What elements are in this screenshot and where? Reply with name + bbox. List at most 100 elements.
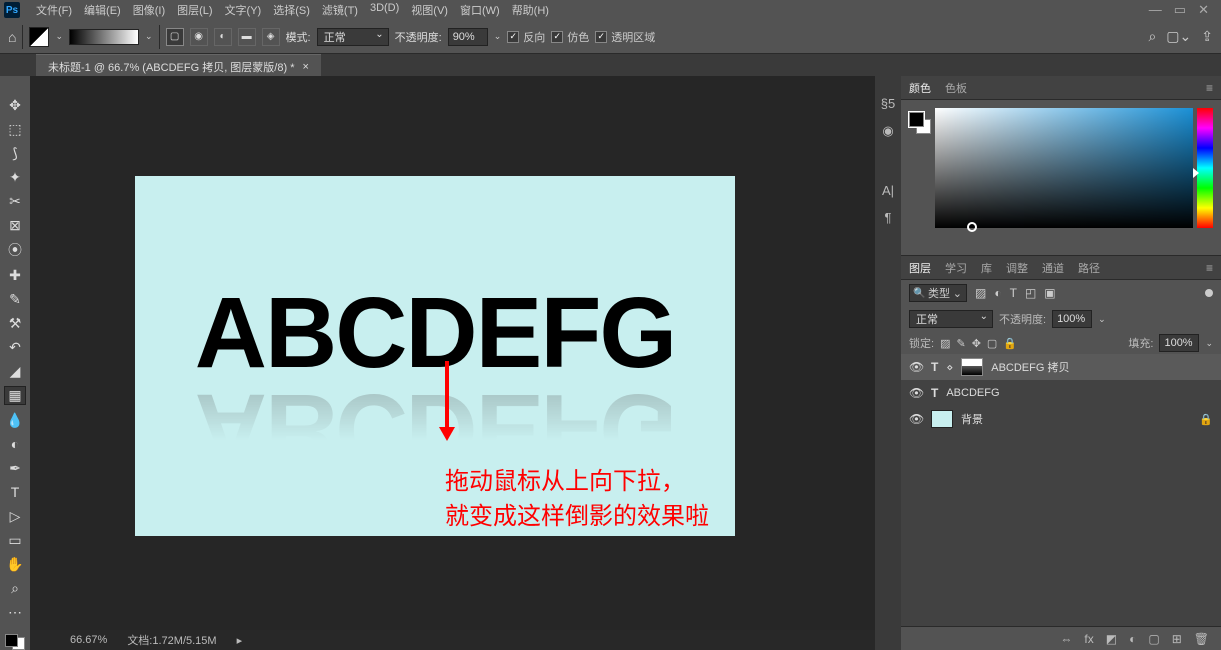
color-swatch[interactable]: [909, 112, 931, 134]
menu-item[interactable]: 文字(Y): [219, 2, 268, 18]
lock-icon[interactable]: 🔒: [1199, 413, 1213, 426]
close-tab-icon[interactable]: ×: [302, 61, 308, 73]
rectangle-tool[interactable]: ▭: [4, 532, 26, 550]
group-icon[interactable]: ▢: [1148, 632, 1159, 646]
hand-tool[interactable]: ✋: [4, 556, 26, 574]
move-tool[interactable]: ✥: [4, 96, 26, 114]
crop-tool[interactable]: ✂: [4, 192, 26, 210]
lock-image-icon[interactable]: ✎: [956, 337, 965, 350]
filter-adjust-icon[interactable]: ◐: [994, 286, 1001, 300]
menu-item[interactable]: 视图(V): [405, 2, 454, 18]
close-button[interactable]: ✕: [1198, 2, 1209, 18]
fill-input[interactable]: 100%: [1159, 334, 1199, 352]
chevron-down-icon[interactable]: ⌄: [1098, 314, 1106, 325]
layer-name[interactable]: ABCDEFG: [946, 387, 999, 399]
gradient-swatch[interactable]: [29, 27, 49, 47]
angle-gradient-button[interactable]: ◐: [214, 28, 232, 46]
magic-wand-tool[interactable]: ✦: [4, 168, 26, 186]
tab-paths[interactable]: 路径: [1078, 260, 1100, 276]
menu-item[interactable]: 图像(I): [127, 2, 171, 18]
foreground-background-swatch[interactable]: [5, 634, 25, 650]
filter-smart-icon[interactable]: ▣: [1044, 286, 1055, 300]
eyedropper-tool[interactable]: ⦿: [4, 240, 26, 260]
opacity-input[interactable]: 90%: [448, 28, 488, 46]
lock-transparent-icon[interactable]: ▨: [940, 337, 950, 350]
maximize-button[interactable]: ▭: [1174, 2, 1186, 18]
hue-slider[interactable]: [1197, 108, 1213, 228]
blur-tool[interactable]: 💧: [4, 411, 26, 429]
blend-mode-select[interactable]: 正常: [317, 28, 389, 46]
gradient-preview[interactable]: [69, 29, 139, 45]
tab-layers[interactable]: 图层: [909, 260, 931, 276]
lock-all-icon[interactable]: 🔒: [1003, 337, 1017, 350]
minimize-button[interactable]: —: [1149, 2, 1162, 18]
new-layer-icon[interactable]: ⊞: [1172, 632, 1182, 646]
history-icon[interactable]: §5: [881, 96, 895, 111]
color-field[interactable]: [935, 108, 1193, 228]
layer-fx-icon[interactable]: fx: [1084, 632, 1093, 646]
home-icon[interactable]: ⌂: [8, 29, 16, 45]
visibility-icon[interactable]: 👁: [909, 412, 923, 426]
layer-name[interactable]: 背景: [961, 411, 983, 427]
radial-gradient-button[interactable]: ◉: [190, 28, 208, 46]
menu-item[interactable]: 帮助(H): [506, 2, 555, 18]
filter-type-icon[interactable]: T: [1010, 286, 1017, 300]
visibility-icon[interactable]: 👁: [909, 386, 923, 400]
eraser-tool[interactable]: ◢: [4, 362, 26, 380]
tab-adjustments[interactable]: 调整: [1006, 260, 1028, 276]
zoom-tool[interactable]: ⌕: [4, 580, 26, 598]
history-brush-tool[interactable]: ↶: [4, 338, 26, 356]
zoom-value[interactable]: 66.67%: [70, 634, 107, 646]
panel-menu-icon[interactable]: ≡: [1206, 81, 1213, 95]
layer-row[interactable]: 👁T⋄ABCDEFG 拷贝: [901, 354, 1221, 380]
chevron-down-icon[interactable]: ⌄: [55, 31, 63, 42]
menu-item[interactable]: 窗口(W): [454, 2, 506, 18]
layer-name[interactable]: ABCDEFG 拷贝: [991, 359, 1069, 375]
delete-layer-icon[interactable]: 🗑: [1194, 632, 1209, 646]
dodge-tool[interactable]: ◐: [4, 435, 26, 453]
layer-mask-thumbnail[interactable]: [961, 358, 983, 376]
document-tab[interactable]: 未标题-1 @ 66.7% (ABCDEFG 拷贝, 图层蒙版/8) * ×: [36, 54, 321, 76]
filter-switch[interactable]: [1205, 289, 1213, 297]
reverse-checkbox[interactable]: ✓反向: [507, 29, 545, 45]
search-icon[interactable]: ⌕: [1148, 28, 1156, 45]
layer-blend-select[interactable]: 正常: [909, 310, 993, 328]
diamond-gradient-button[interactable]: ◈: [262, 28, 280, 46]
menu-item[interactable]: 文件(F): [30, 2, 78, 18]
type-tool[interactable]: T: [4, 483, 26, 501]
clone-stamp-tool[interactable]: ⚒: [4, 314, 26, 332]
path-selection-tool[interactable]: ▷: [4, 507, 26, 525]
lock-position-icon[interactable]: ✥: [972, 337, 981, 350]
menu-item[interactable]: 选择(S): [267, 2, 316, 18]
filter-shape-icon[interactable]: ◰: [1025, 286, 1036, 300]
properties-icon[interactable]: ◉: [882, 123, 893, 139]
dither-checkbox[interactable]: ✓仿色: [551, 29, 589, 45]
link-layers-icon[interactable]: ⇔: [1060, 632, 1072, 646]
canvas[interactable]: ABCDEFG ABCDEFG 拖动鼠标从上向下拉， 就变成这样倒影的效果啦: [135, 176, 735, 536]
filter-image-icon[interactable]: ▨: [975, 286, 986, 300]
doc-info[interactable]: 文档:1.72M/5.15M: [127, 632, 216, 648]
brush-tool[interactable]: ✎: [4, 290, 26, 308]
menu-item[interactable]: 滤镜(T): [316, 2, 364, 18]
menu-item[interactable]: 3D(D): [364, 2, 405, 18]
reflected-gradient-button[interactable]: ▬: [238, 28, 256, 46]
transparency-checkbox[interactable]: ✓透明区域: [595, 29, 655, 45]
mask-link-icon[interactable]: ⋄: [946, 361, 953, 374]
pen-tool[interactable]: ✒: [4, 459, 26, 477]
menu-item[interactable]: 图层(L): [171, 2, 218, 18]
chevron-down-icon[interactable]: ⌄: [494, 31, 502, 42]
lasso-tool[interactable]: ⟆: [4, 144, 26, 162]
tab-learn[interactable]: 学习: [945, 260, 967, 276]
layer-opacity-input[interactable]: 100%: [1052, 310, 1092, 328]
edit-toolbar[interactable]: ⋯: [4, 604, 26, 622]
frame-tool[interactable]: ⊠: [4, 216, 26, 234]
chevron-down-icon[interactable]: ⌄: [1205, 338, 1213, 349]
tab-swatches[interactable]: 色板: [945, 80, 967, 96]
linear-gradient-button[interactable]: ▢: [166, 28, 184, 46]
status-arrow-icon[interactable]: ▸: [237, 634, 243, 647]
panel-menu-icon[interactable]: ≡: [1206, 261, 1213, 275]
lock-artboard-icon[interactable]: ▢: [987, 337, 997, 350]
layer-row[interactable]: 👁 背景 🔒: [901, 406, 1221, 432]
visibility-icon[interactable]: 👁: [909, 360, 923, 374]
menu-item[interactable]: 编辑(E): [78, 2, 127, 18]
